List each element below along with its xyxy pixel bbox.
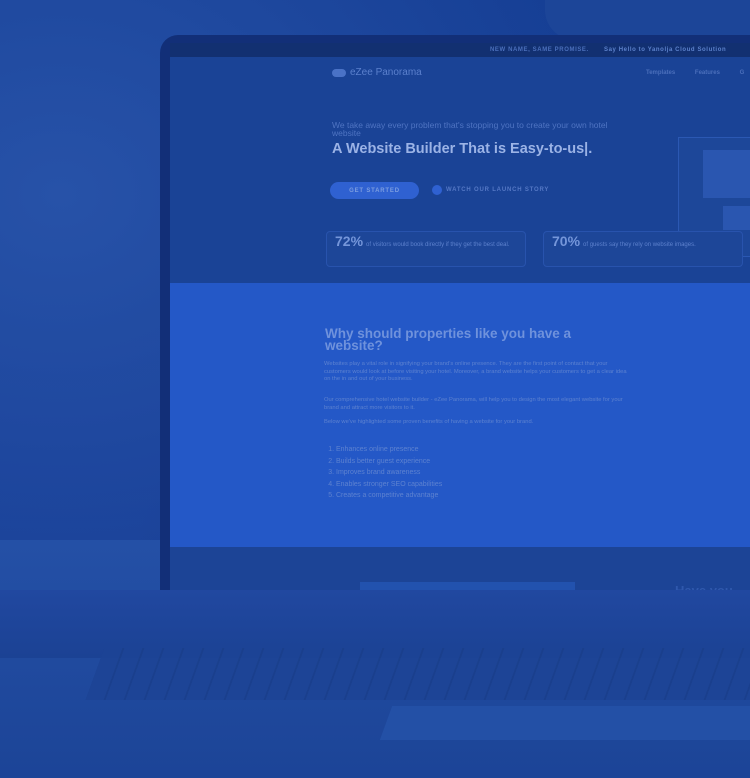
announcement-link[interactable]: Say Hello to Yanolja Cloud Solution — [604, 47, 726, 53]
get-started-button[interactable]: GET STARTED — [330, 182, 419, 199]
laptop-screen: NEW NAME, SAME PROMISE. Say Hello to Yan… — [170, 43, 750, 591]
cloud-icon — [332, 68, 346, 77]
watch-launch-story-button[interactable]: WATCH OUR LAUNCH STORY — [432, 182, 549, 197]
nav-link-templates[interactable]: Templates — [646, 70, 675, 76]
mockup-image-secondary — [723, 206, 750, 230]
stat-text: of guests say they rely on website image… — [583, 242, 696, 248]
stat-card: 70% of guests say they rely on website im… — [543, 231, 743, 267]
announcement-bar[interactable]: NEW NAME, SAME PROMISE. Say Hello to Yan… — [170, 43, 750, 57]
mockup-image — [703, 150, 750, 198]
why-section: Why should properties like you have a we… — [170, 283, 750, 547]
hero-title: A Website Builder That is Easy-to-us|. — [332, 141, 593, 157]
play-icon — [432, 184, 442, 195]
announcement-left: NEW NAME, SAME PROMISE. — [490, 47, 589, 53]
stat-value: 70% — [552, 233, 581, 249]
laptop-keyboard — [85, 648, 750, 700]
background-object — [545, 0, 750, 40]
why-paragraph: Below we've highlighted some proven bene… — [324, 419, 534, 425]
watch-launch-story-label: WATCH OUR LAUNCH STORY — [446, 186, 550, 193]
nav-links: Templates Features G — [646, 70, 750, 76]
list-item: Enhances online presence — [336, 444, 442, 456]
site-header: eZee Panorama Templates Features G — [170, 57, 750, 85]
list-item: Creates a competitive advantage — [336, 490, 442, 502]
site-logo[interactable]: eZee Panorama — [332, 67, 422, 78]
list-item: Builds better guest experience — [336, 456, 442, 468]
list-item: Enables stronger SEO capabilities — [336, 479, 442, 491]
why-paragraph: Websites play a vital role in signifying… — [324, 361, 627, 382]
logo-text: eZee Panorama — [350, 67, 422, 78]
nav-link-more[interactable]: G — [740, 70, 745, 76]
stat-value: 72% — [335, 233, 364, 249]
benefits-list: Enhances online presence Builds better g… — [322, 444, 442, 502]
hero-subtitle: We take away every problem that's stoppi… — [332, 120, 608, 138]
why-title: Why should properties like you have a we… — [325, 326, 572, 353]
stat-text: of visitors would book directly if they … — [366, 242, 510, 248]
laptop-trackpad — [379, 706, 750, 740]
stat-card: 72% of visitors would book directly if th… — [326, 231, 526, 267]
nav-link-features[interactable]: Features — [695, 70, 720, 76]
next-section: Have you — [170, 547, 750, 591]
list-item: Improves brand awareness — [336, 467, 442, 479]
why-paragraph: Our comprehensive hotel website builder … — [324, 397, 623, 411]
